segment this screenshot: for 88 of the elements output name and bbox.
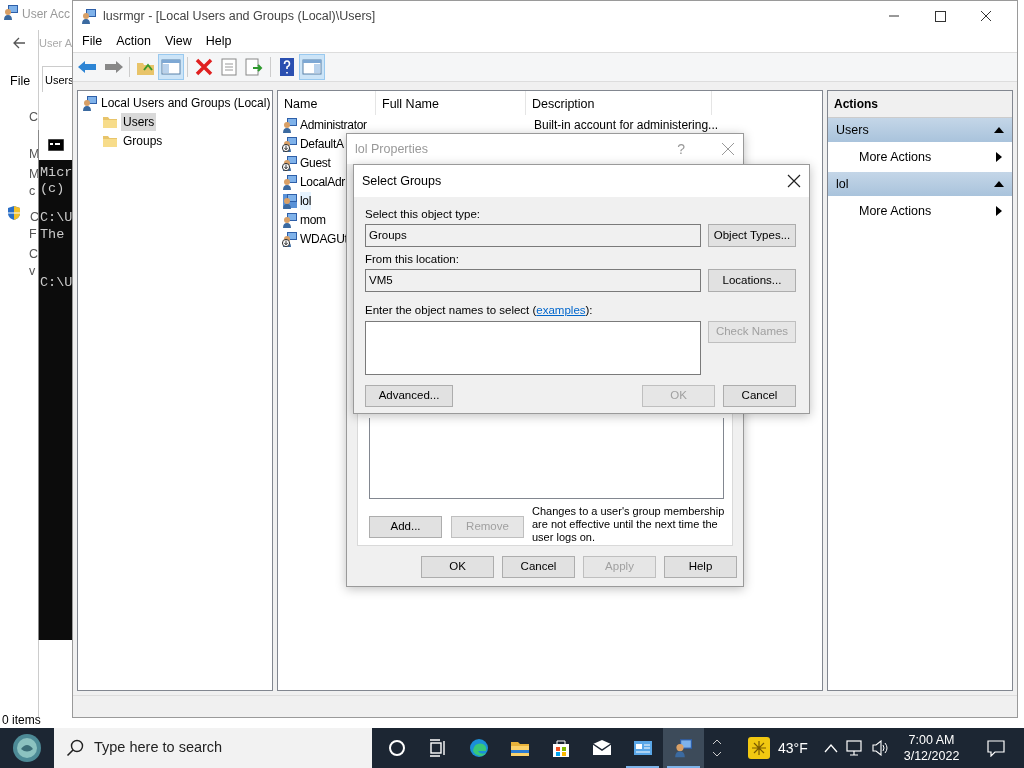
date-text: 3/12/2022 xyxy=(903,748,960,764)
names-field[interactable] xyxy=(365,321,701,375)
status-text: 0 items xyxy=(2,712,41,729)
field-label: Select this object type: xyxy=(365,207,481,221)
collapse-icon[interactable] xyxy=(994,127,1004,133)
clock[interactable]: 7:00 AM 3/12/2022 xyxy=(903,732,960,764)
console-text: (c) xyxy=(40,180,65,198)
dialog-button[interactable]: Cancel xyxy=(502,556,575,578)
menu-item[interactable]: File xyxy=(10,72,31,91)
section-header[interactable]: lol xyxy=(836,174,849,194)
add-button[interactable]: Add... xyxy=(369,516,442,538)
users-icon xyxy=(3,4,19,20)
text-fragment: M xyxy=(29,166,40,183)
object-type-field[interactable]: Groups xyxy=(365,224,701,247)
field-label: From this location: xyxy=(365,252,459,266)
table-cell-text: Built-in account for administering... xyxy=(534,116,719,134)
users-icon xyxy=(81,8,97,24)
text-fragment: F xyxy=(29,226,37,243)
volume-icon[interactable] xyxy=(871,740,890,756)
user-name[interactable]: Administrator xyxy=(300,115,367,134)
text-fragment: c xyxy=(29,183,36,200)
start-orb-icon[interactable] xyxy=(12,733,42,763)
console-text: C:\U xyxy=(40,274,73,292)
dialog-button[interactable]: Help xyxy=(664,556,737,578)
chevron-up-icon[interactable] xyxy=(823,743,838,753)
location-field[interactable]: VM5 xyxy=(365,269,701,292)
note-text: Changes to a user's group membership are not effective until the next time the user logs on. xyxy=(532,505,726,544)
search-box[interactable]: Type here to search xyxy=(54,728,372,768)
pane-title: Actions xyxy=(828,91,1012,118)
user-name[interactable]: LocalAdr xyxy=(300,172,345,191)
notifications-icon[interactable] xyxy=(987,739,1006,757)
text-fragment: v xyxy=(29,263,36,280)
window-title: lusrmgr - [Local Users and Groups (Local)\Users] xyxy=(103,7,376,25)
section-header[interactable]: Users xyxy=(836,120,869,140)
tree-item[interactable]: Groups xyxy=(121,131,165,150)
column-header[interactable]: Description xyxy=(526,91,712,115)
expand-arrow-icon[interactable] xyxy=(996,152,1002,162)
dialog-title: Select Groups xyxy=(362,172,442,190)
console-text: The xyxy=(40,226,65,244)
search-icon xyxy=(66,739,84,757)
tree-item[interactable]: Users xyxy=(121,112,157,131)
dialog-title: lol Properties xyxy=(355,140,428,158)
weather-icon[interactable] xyxy=(748,737,770,759)
menu-item[interactable]: View xyxy=(157,32,199,51)
dialog-button[interactable]: Locations... xyxy=(708,269,796,292)
action-link[interactable]: More Actions xyxy=(859,201,932,221)
computer-icon xyxy=(82,94,98,111)
task-view-icon[interactable] xyxy=(427,738,448,758)
cortana-icon[interactable] xyxy=(386,738,407,758)
column-header[interactable]: Name xyxy=(278,91,376,115)
scroll-down-icon[interactable] xyxy=(712,751,722,757)
field-label: Enter the object names to select (examples): xyxy=(365,303,593,317)
text-fragment: M xyxy=(29,146,40,163)
dialog-button[interactable]: Object Types... xyxy=(708,224,796,247)
menu-item[interactable]: Help xyxy=(198,32,239,51)
network-icon[interactable] xyxy=(845,740,864,756)
console-text: Micr xyxy=(40,164,73,182)
close-icon[interactable] xyxy=(787,174,801,188)
expand-arrow-icon[interactable] xyxy=(996,206,1002,216)
action-link[interactable]: More Actions xyxy=(859,147,932,167)
cancel-button[interactable]: Cancel xyxy=(723,385,796,407)
text-fragment: C xyxy=(30,209,40,226)
window-title: User Acc xyxy=(22,6,70,23)
menu-item[interactable]: Action xyxy=(109,32,158,51)
shield-icon xyxy=(7,205,21,221)
text-fragment: C xyxy=(29,109,39,126)
menu-item[interactable]: File xyxy=(75,32,110,51)
dialog-button[interactable]: OK xyxy=(421,556,494,578)
users-icon[interactable] xyxy=(673,738,694,758)
edge-icon[interactable] xyxy=(468,738,489,758)
time-text: 7:00 AM xyxy=(908,732,955,748)
user-name[interactable]: lol xyxy=(300,191,312,210)
collapse-icon[interactable] xyxy=(994,181,1004,187)
back-arrow-icon[interactable] xyxy=(12,36,26,50)
text-fragment: C xyxy=(29,246,39,263)
console-text: C:\U xyxy=(40,209,73,227)
store-icon[interactable] xyxy=(550,738,571,758)
window-title: User A xyxy=(39,36,72,51)
tree-item[interactable]: Local Users and Groups (Local) xyxy=(101,93,271,112)
user-name[interactable]: mom xyxy=(300,210,326,229)
console-icon xyxy=(48,139,64,151)
advanced-button[interactable]: Advanced... xyxy=(365,385,453,407)
temperature-text[interactable]: 43°F xyxy=(778,737,808,759)
column-header[interactable]: Full Name xyxy=(376,91,526,115)
examples-link[interactable]: examples xyxy=(536,304,586,316)
scroll-up-icon[interactable] xyxy=(712,739,722,745)
control-panel-icon[interactable] xyxy=(632,738,653,758)
mail-icon[interactable] xyxy=(591,738,612,758)
